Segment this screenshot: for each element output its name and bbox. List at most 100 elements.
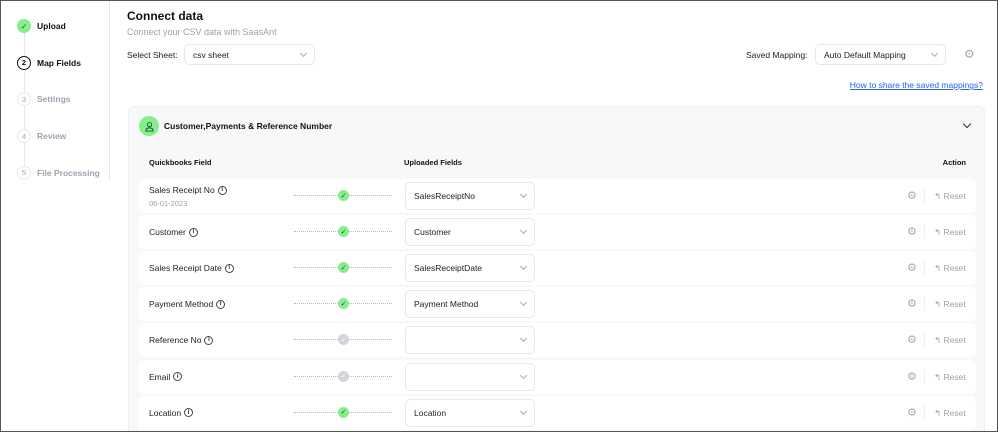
uploaded-field-value: Location	[414, 407, 447, 418]
field-label: Location	[149, 407, 182, 418]
mapping-settings-gear-icon[interactable]: ⚙	[964, 47, 975, 61]
table-row: Location i ✓ Location ⚙ ↰ Reset	[138, 395, 976, 430]
gear-icon[interactable]: ⚙	[907, 333, 917, 346]
chevron-down-icon	[519, 190, 528, 199]
check-icon: ✓	[338, 190, 349, 201]
reset-button[interactable]: ↰ Reset	[934, 227, 966, 238]
field-label: Customer	[149, 227, 186, 238]
uploaded-field-value: SalesReceiptNo	[414, 191, 475, 201]
check-icon: ✓	[338, 298, 349, 310]
gear-icon[interactable]: ⚙	[907, 261, 917, 274]
divider	[924, 296, 925, 312]
info-icon[interactable]: i	[217, 185, 227, 195]
step-number: 4	[17, 129, 31, 144]
field-name: Sales Receipt No i	[149, 185, 227, 195]
uploaded-field-select[interactable]: Location	[405, 398, 535, 427]
stepper-sidebar: ✓ Upload 2 Map Fields 3 Settings 4 Review 5 File …	[1, 1, 110, 181]
col-header-quickbooks: Quickbooks Field	[149, 158, 212, 167]
step-review[interactable]: 4 Review	[17, 129, 67, 144]
reset-label: Reset	[943, 335, 966, 346]
chevron-down-icon	[519, 299, 528, 307]
uploaded-field-select[interactable]: Payment Method	[405, 290, 535, 319]
reset-label: Reset	[943, 299, 966, 310]
table-row: Payment Method i ✓ Payment Method ⚙ ↰ Reset	[138, 287, 976, 322]
gear-icon[interactable]: ⚙	[907, 297, 917, 310]
check-icon: ✓	[338, 370, 349, 382]
chevron-down-icon	[519, 407, 528, 415]
collapse-chevron-icon[interactable]	[962, 119, 972, 129]
col-header-uploaded: Uploaded Fields	[404, 158, 462, 167]
saved-mapping-label: Saved Mapping:	[746, 50, 808, 60]
uploaded-field-select[interactable]	[405, 362, 535, 391]
mapping-section-card: Customer,Payments & Reference Number Qui…	[128, 106, 985, 431]
select-sheet-label: Select Sheet:	[127, 50, 178, 60]
uploaded-field-value: SalesReceiptDate	[414, 263, 483, 274]
col-header-action: Action	[942, 158, 966, 167]
field-sample: 06-01-2023	[149, 199, 188, 208]
chevron-down-icon	[519, 371, 528, 379]
divider	[924, 260, 925, 276]
step-label: Upload	[37, 21, 66, 31]
reset-button[interactable]: ↰ Reset	[934, 191, 966, 202]
user-icon	[139, 116, 159, 136]
reset-button[interactable]: ↰ Reset	[934, 335, 966, 346]
gear-icon[interactable]: ⚙	[907, 406, 917, 419]
divider	[924, 368, 925, 384]
info-icon[interactable]: i	[173, 372, 183, 381]
step-upload[interactable]: ✓ Upload	[17, 19, 66, 33]
reset-button[interactable]: ↰ Reset	[934, 408, 966, 419]
check-icon: ✓	[338, 334, 349, 346]
chevron-down-icon	[930, 49, 939, 57]
reset-button[interactable]: ↰ Reset	[934, 263, 966, 274]
divider	[924, 404, 925, 420]
chevron-down-icon	[299, 49, 308, 57]
reset-label: Reset	[943, 191, 966, 201]
check-icon: ✓	[17, 19, 31, 33]
reset-button[interactable]: ↰ Reset	[934, 372, 966, 383]
gear-icon[interactable]: ⚙	[907, 225, 917, 238]
info-icon[interactable]: i	[184, 408, 194, 418]
saved-mapping-value: Auto Default Mapping	[824, 49, 906, 60]
uploaded-field-select[interactable]	[405, 326, 535, 355]
share-mappings-link[interactable]: How to share the saved mappings?	[850, 80, 983, 90]
page-title: Connect data	[127, 9, 204, 23]
divider	[924, 224, 925, 240]
step-number: 2	[17, 55, 31, 70]
sheet-select-value: csv sheet	[193, 49, 229, 60]
sheet-select[interactable]: csv sheet	[184, 44, 315, 65]
gear-icon[interactable]: ⚙	[907, 370, 917, 383]
uploaded-field-select[interactable]: SalesReceiptDate	[405, 254, 535, 283]
field-label: Email	[149, 371, 171, 382]
info-icon[interactable]: i	[188, 227, 198, 237]
app-window: ✓ Upload 2 Map Fields 3 Settings 4 Review 5 File …	[0, 0, 998, 432]
step-label: Review	[37, 131, 67, 142]
uploaded-field-select[interactable]: SalesReceiptNo	[405, 182, 535, 210]
gear-icon[interactable]: ⚙	[907, 189, 917, 202]
step-file-processing[interactable]: 5 File Processing	[17, 165, 100, 180]
field-label: Payment Method	[149, 299, 214, 310]
step-label: File Processing	[37, 167, 100, 178]
info-icon[interactable]: i	[216, 299, 226, 309]
chevron-down-icon	[519, 263, 528, 271]
table-row: Email i ✓ ⚙ ↰ Reset	[138, 359, 976, 394]
saved-mapping-select[interactable]: Auto Default Mapping	[815, 44, 946, 65]
field-name: Sales Receipt Date i	[149, 263, 234, 273]
reset-label: Reset	[943, 263, 966, 274]
field-label: Reference No	[149, 335, 202, 346]
info-icon[interactable]: i	[224, 263, 234, 273]
page-subtitle: Connect your CSV data with SaasAnt	[127, 27, 277, 37]
uploaded-field-select[interactable]: Customer	[405, 218, 535, 247]
step-number: 3	[17, 92, 31, 107]
check-icon: ✓	[338, 406, 349, 418]
step-map-fields[interactable]: 2 Map Fields	[17, 55, 81, 70]
table-row: Customer i ✓ Customer ⚙ ↰ Reset	[138, 215, 976, 250]
field-label: Sales Receipt Date	[149, 263, 222, 274]
field-name: Reference No i	[149, 335, 214, 346]
info-icon[interactable]: i	[204, 335, 214, 345]
step-settings[interactable]: 3 Settings	[17, 92, 71, 107]
uploaded-field-value: Payment Method	[414, 299, 479, 310]
divider	[924, 332, 925, 348]
reset-button[interactable]: ↰ Reset	[934, 299, 966, 310]
step-number: 5	[17, 165, 31, 180]
step-label: Map Fields	[37, 57, 81, 68]
